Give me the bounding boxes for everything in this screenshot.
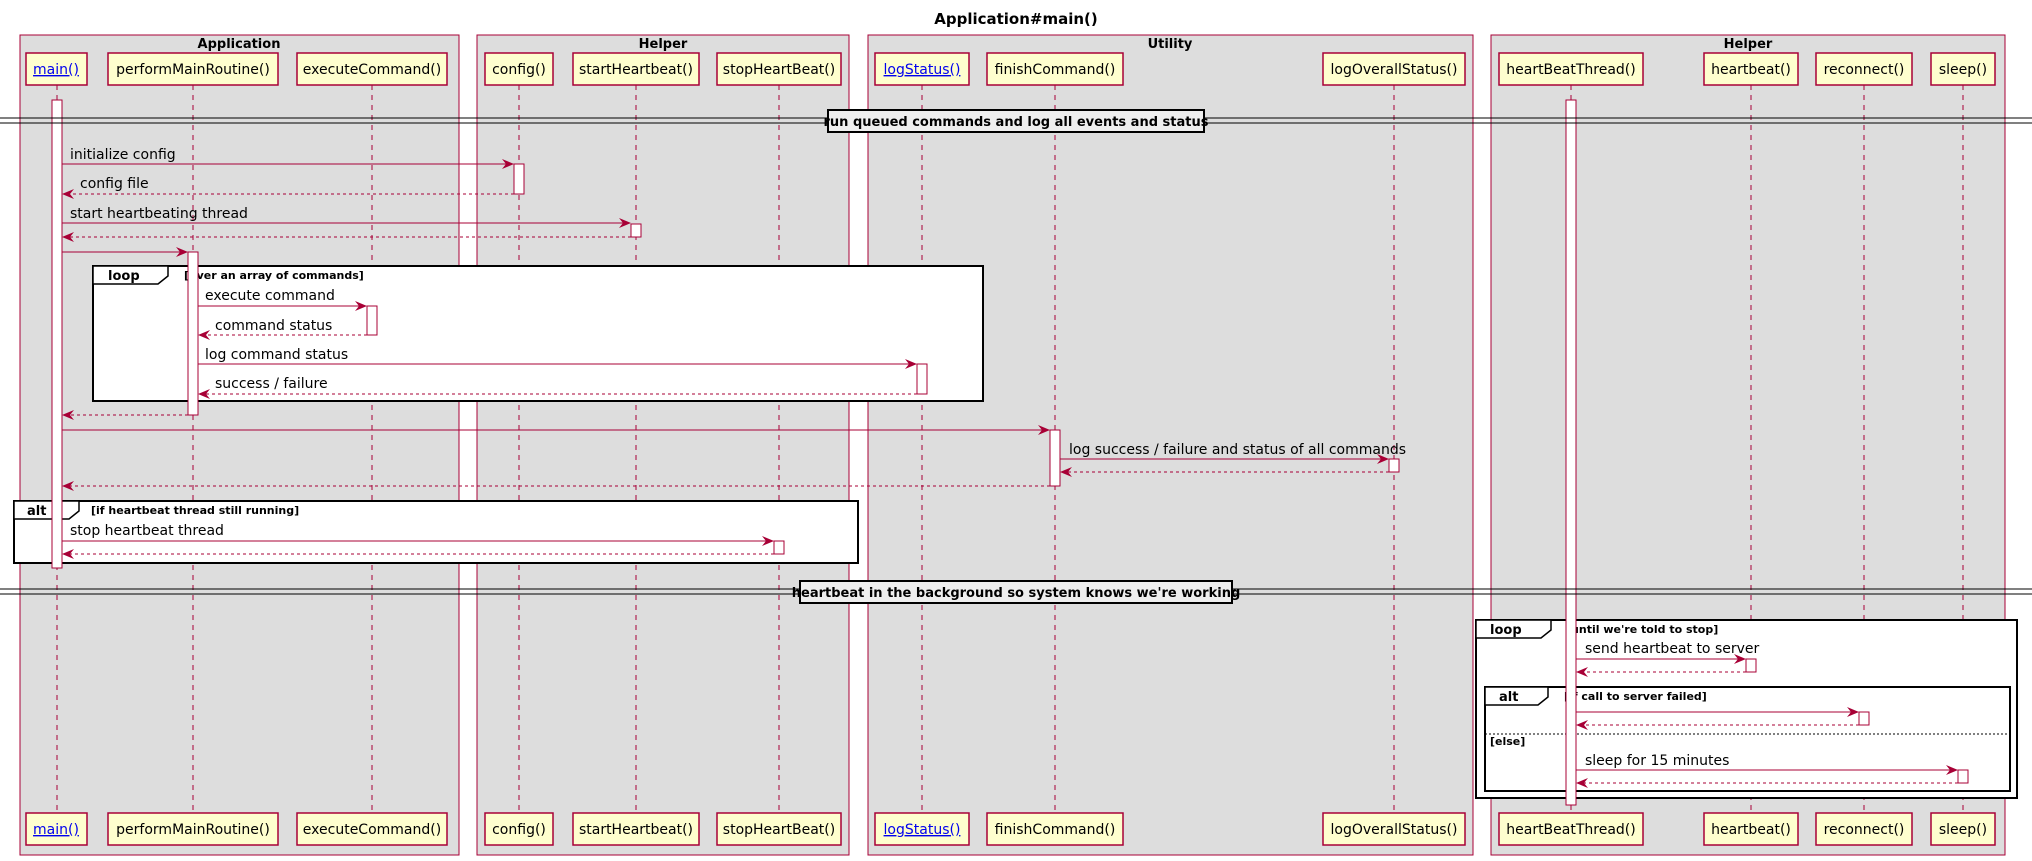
svg-text:startHeartbeat(): startHeartbeat() [579, 822, 693, 838]
activation-heartbeat [1745, 658, 1757, 673]
svg-text:logStatus(): logStatus() [884, 822, 961, 838]
svg-text:startHeartbeat(): startHeartbeat() [579, 62, 693, 78]
fragment-keyword: loop [1490, 623, 1522, 638]
svg-text:reconnect(): reconnect() [1824, 62, 1905, 78]
activation-logOverallStatus [1388, 458, 1400, 473]
fragment-condition: [over an array of commands] [184, 269, 364, 282]
participant-logStatus-bottom[interactable]: logStatus() [874, 812, 970, 846]
svg-text:sleep(): sleep() [1939, 62, 1987, 78]
group-label: Helper [639, 37, 688, 52]
fragment-condition: [if heartbeat thread still running] [91, 504, 299, 517]
fragment-keyword: alt [1499, 690, 1518, 705]
participant-executeCommand: executeCommand() [296, 52, 448, 86]
message-label: initialize config [70, 147, 176, 163]
activation-performMainRoutine [187, 251, 199, 416]
participant-sleep: sleep() [1930, 52, 1996, 86]
svg-text:performMainRoutine(): performMainRoutine() [116, 62, 270, 78]
svg-text:performMainRoutine(): performMainRoutine() [116, 822, 270, 838]
svg-text:logOverallStatus(): logOverallStatus() [1331, 62, 1458, 78]
svg-text:main(): main() [33, 822, 79, 838]
svg-text:heartBeatThread(): heartBeatThread() [1506, 62, 1635, 78]
svg-text:main(): main() [33, 62, 79, 78]
participant-performMainRoutine-bottom: performMainRoutine() [107, 812, 279, 846]
participant-logOverallStatus-bottom: logOverallStatus() [1322, 812, 1466, 846]
participant-logOverallStatus: logOverallStatus() [1322, 52, 1466, 86]
participant-startHeartbeat-bottom: startHeartbeat() [572, 812, 700, 846]
svg-text:config(): config() [492, 822, 546, 838]
activation-executeCommand [366, 305, 378, 336]
participant-reconnect: reconnect() [1815, 52, 1913, 86]
message-label: execute command [205, 288, 335, 304]
svg-text:finishCommand(): finishCommand() [995, 822, 1116, 838]
svg-text:heartbeat(): heartbeat() [1711, 822, 1791, 838]
participant-main[interactable]: main() [25, 52, 88, 86]
fragment-condition: [until we're told to stop] [1566, 623, 1718, 636]
group-label: Helper [1724, 37, 1773, 52]
participant-config: config() [484, 52, 554, 86]
participant-stopHeartBeat-bottom: stopHeartBeat() [716, 812, 842, 846]
participant-logStatus[interactable]: logStatus() [874, 52, 970, 86]
participant-heartBeatThread: heartBeatThread() [1498, 52, 1644, 86]
activation-logStatus [916, 363, 928, 395]
participant-config-bottom: config() [484, 812, 554, 846]
fragment-keyword: alt [27, 504, 46, 519]
participant-reconnect-bottom: reconnect() [1815, 812, 1913, 846]
svg-text:stopHeartBeat(): stopHeartBeat() [723, 62, 835, 78]
svg-text:executeCommand(): executeCommand() [303, 822, 441, 838]
message-label: send heartbeat to server [1585, 641, 1760, 657]
message-label: sleep for 15 minutes [1585, 753, 1729, 769]
message-label: log success / failure and status of all … [1069, 442, 1406, 458]
message-label: log command status [205, 347, 348, 363]
participant-heartbeat: heartbeat() [1703, 52, 1799, 86]
divider-label: run queued commands and log all events a… [824, 115, 1209, 130]
participant-heartbeat-bottom: heartbeat() [1703, 812, 1799, 846]
activation-heartBeatThread [1565, 99, 1577, 806]
participant-startHeartbeat: startHeartbeat() [572, 52, 700, 86]
svg-text:reconnect(): reconnect() [1824, 822, 1905, 838]
message-label: start heartbeating thread [70, 206, 248, 222]
svg-text:logOverallStatus(): logOverallStatus() [1331, 822, 1458, 838]
fragment-else-label: [else] [1490, 735, 1525, 748]
sequence-diagram: Application#main() Application Helper Ut… [0, 10, 2032, 856]
participant-stopHeartBeat: stopHeartBeat() [716, 52, 842, 86]
message-label: stop heartbeat thread [70, 523, 224, 539]
svg-text:config(): config() [492, 62, 546, 78]
activation-reconnect [1858, 711, 1870, 726]
activation-config [513, 163, 525, 195]
group-label: Utility [1148, 37, 1193, 52]
activation-finishCommand [1049, 429, 1061, 487]
svg-text:finishCommand(): finishCommand() [995, 62, 1116, 78]
diagram-title: Application#main() [934, 10, 1098, 28]
participant-performMainRoutine: performMainRoutine() [107, 52, 279, 86]
activation-stopHeartBeat [773, 540, 785, 555]
svg-text:stopHeartBeat(): stopHeartBeat() [723, 822, 835, 838]
participant-main-bottom[interactable]: main() [25, 812, 88, 846]
participant-heartBeatThread-bottom: heartBeatThread() [1498, 812, 1644, 846]
svg-text:logStatus(): logStatus() [884, 62, 961, 78]
participant-executeCommand-bottom: executeCommand() [296, 812, 448, 846]
participant-finishCommand-bottom: finishCommand() [986, 812, 1124, 846]
activation-main [51, 99, 63, 569]
svg-text:heartBeatThread(): heartBeatThread() [1506, 822, 1635, 838]
fragment-keyword: loop [108, 269, 140, 284]
fragment-condition: [if call to server failed] [1564, 690, 1707, 703]
group-label: Application [198, 37, 281, 52]
divider-label: heartbeat in the background so system kn… [792, 586, 1241, 601]
group-helper: Helper [476, 34, 850, 856]
activation-startHeartbeat [630, 223, 642, 238]
svg-text:executeCommand(): executeCommand() [303, 62, 441, 78]
message-label: success / failure [215, 376, 328, 392]
message-label: command status [215, 318, 332, 334]
message-label: config file [80, 176, 149, 192]
participant-finishCommand: finishCommand() [986, 52, 1124, 86]
participant-sleep-bottom: sleep() [1930, 812, 1996, 846]
svg-text:heartbeat(): heartbeat() [1711, 62, 1791, 78]
fragment-alt-reconnect: alt [if call to server failed] [else] [1484, 686, 2011, 792]
svg-text:sleep(): sleep() [1939, 822, 1987, 838]
activation-sleep [1957, 769, 1969, 784]
